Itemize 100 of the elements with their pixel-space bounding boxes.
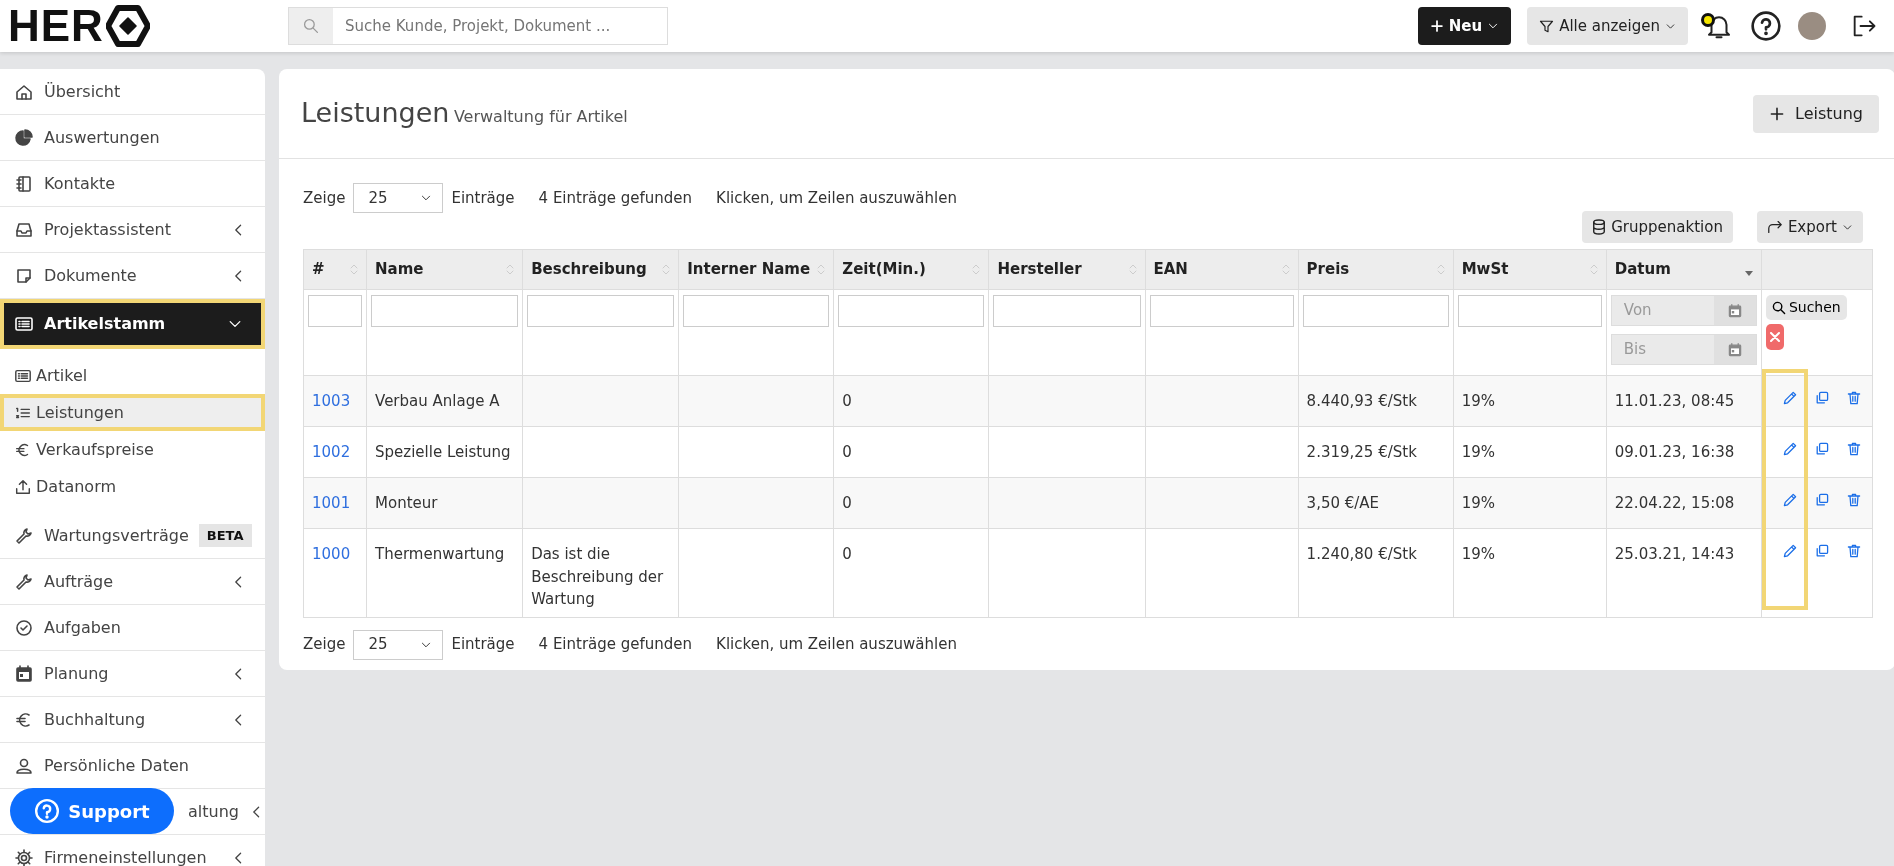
page-title: Leistungen	[301, 97, 450, 129]
search-icon	[303, 18, 319, 34]
export-button[interactable]: Export	[1756, 211, 1863, 243]
hint-text: Klicken, um Zeilen auszuwählen	[716, 634, 957, 656]
add-service-button[interactable]: Leistung	[1752, 94, 1879, 133]
beta-badge: BETA	[198, 523, 252, 548]
delete-button[interactable]	[1845, 390, 1862, 406]
filter-icon	[1539, 18, 1555, 34]
filter-field[interactable]	[308, 295, 363, 327]
submenu-item[interactable]: Verkaufspreise	[0, 431, 265, 468]
column-header[interactable]: #	[312, 258, 325, 281]
sidebar-item[interactable]: Projektassistent	[0, 207, 265, 253]
page-subtitle: Verwaltung für Artikel	[453, 107, 628, 127]
entries-label: Einträge	[451, 187, 515, 209]
submenu-item[interactable]: Artikel	[0, 357, 265, 394]
table-cell: 0	[842, 443, 852, 461]
filter-field[interactable]	[683, 295, 830, 327]
page-size-select[interactable]: 25	[353, 629, 444, 660]
sidebar-item[interactable]: Artikelstamm	[0, 299, 265, 349]
help-icon	[1750, 10, 1782, 42]
sidebar-item[interactable]: Firmeneinstellungen	[0, 835, 265, 866]
trash-icon	[1845, 543, 1862, 559]
submenu-item[interactable]: Datanorm	[0, 468, 265, 505]
table-cell: Thermenwartung	[375, 545, 505, 563]
pencil-icon	[1781, 492, 1798, 508]
filter-field[interactable]	[1149, 295, 1294, 327]
wrench-icon	[14, 525, 34, 546]
filter-field[interactable]	[371, 295, 519, 327]
table-cell: Verbau Anlage A	[375, 392, 500, 410]
search-button[interactable]: Suchen	[1765, 295, 1847, 320]
sidebar-item[interactable]: Kontakte	[0, 161, 265, 207]
calendar-icon	[14, 663, 34, 684]
filter-field[interactable]	[1302, 295, 1449, 327]
page-size-select[interactable]: 25	[353, 183, 444, 213]
table-cell: 1.240,80 €/Stk	[1306, 545, 1417, 563]
calendar-icon	[1726, 341, 1743, 358]
column-header[interactable]: MwSt	[1461, 258, 1509, 281]
pencil-icon	[1781, 441, 1798, 457]
column-header[interactable]: Name	[375, 258, 424, 281]
logo-text: HER	[8, 4, 104, 48]
plus-icon	[1429, 19, 1444, 33]
calendar-icon	[1726, 302, 1743, 319]
id-link[interactable]: 1000	[312, 545, 351, 563]
share-arrow-icon	[1766, 220, 1783, 234]
show-label: Zeige	[303, 634, 346, 656]
sidebar-item[interactable]: Buchhaltung	[0, 697, 265, 743]
filter-field[interactable]	[838, 295, 985, 327]
search-box[interactable]: Suche Kunde, Projekt, Dokument ...	[288, 7, 668, 45]
pencil-icon	[1781, 390, 1798, 406]
filter-field[interactable]	[527, 295, 675, 327]
sidebar-item[interactable]: Wartungsverträge BETA	[0, 513, 265, 559]
column-header[interactable]: EAN	[1153, 258, 1188, 281]
table-cell: 19%	[1461, 392, 1496, 410]
sidebar-item[interactable]: Aufgaben	[0, 605, 265, 651]
sidebar-item[interactable]: Planung	[0, 651, 265, 697]
column-header[interactable]: Preis	[1306, 258, 1350, 281]
filter-button[interactable]: Alle anzeigen	[1527, 7, 1688, 45]
delete-button[interactable]	[1845, 492, 1862, 508]
group-action-button[interactable]: Gruppenaktion	[1582, 211, 1733, 243]
pencil-icon	[1781, 543, 1798, 559]
close-icon	[1769, 332, 1780, 342]
support-button[interactable]: Support	[10, 788, 174, 834]
trash-icon	[1845, 492, 1862, 508]
hint-text: Klicken, um Zeilen auszuwählen	[716, 187, 957, 209]
edit-button[interactable]	[1781, 543, 1798, 559]
table-cell: Spezielle Leistung	[375, 443, 511, 461]
table-cell: Monteur	[375, 494, 438, 512]
sidebar-item[interactable]: altung	[188, 799, 239, 824]
edit-button[interactable]	[1781, 492, 1798, 508]
logo-hexagon-icon	[105, 4, 150, 48]
submenu-item[interactable]: Leistungen	[0, 394, 265, 431]
pie-chart-icon	[14, 127, 34, 148]
address-book-icon	[14, 173, 34, 194]
clear-filter-button[interactable]	[1765, 324, 1784, 350]
table-cell: 19%	[1461, 545, 1496, 563]
settings-icon	[14, 847, 34, 866]
trash-icon	[1845, 441, 1862, 457]
entries-found-text: 4 Einträge gefunden	[538, 187, 693, 209]
new-button[interactable]: Neu	[1417, 7, 1512, 45]
table-cell: 25.03.21, 14:43	[1614, 545, 1735, 563]
filter-field[interactable]	[1457, 295, 1602, 327]
delete-button[interactable]	[1845, 543, 1862, 559]
avatar[interactable]	[1798, 12, 1826, 40]
entries-found-text: 4 Einträge gefunden	[538, 634, 693, 656]
sidebar-item[interactable]: Aufträge	[0, 559, 265, 605]
sidebar-item[interactable]: Auswertungen	[0, 115, 265, 161]
help-button[interactable]	[1750, 10, 1782, 42]
filter-field[interactable]	[993, 295, 1141, 327]
table-cell: 0	[842, 494, 852, 512]
entries-label: Einträge	[451, 634, 515, 656]
upload-icon	[14, 477, 32, 496]
table-cell: 19%	[1461, 494, 1496, 512]
database-icon	[1592, 219, 1607, 235]
edit-button[interactable]	[1781, 441, 1798, 457]
check-circle-icon	[14, 617, 34, 638]
table-cell: 3,50 €/AE	[1306, 494, 1380, 512]
delete-button[interactable]	[1845, 441, 1862, 457]
edit-button[interactable]	[1781, 390, 1798, 406]
sidebar-item[interactable]: Übersicht	[0, 69, 265, 115]
table-cell: 19%	[1461, 443, 1496, 461]
